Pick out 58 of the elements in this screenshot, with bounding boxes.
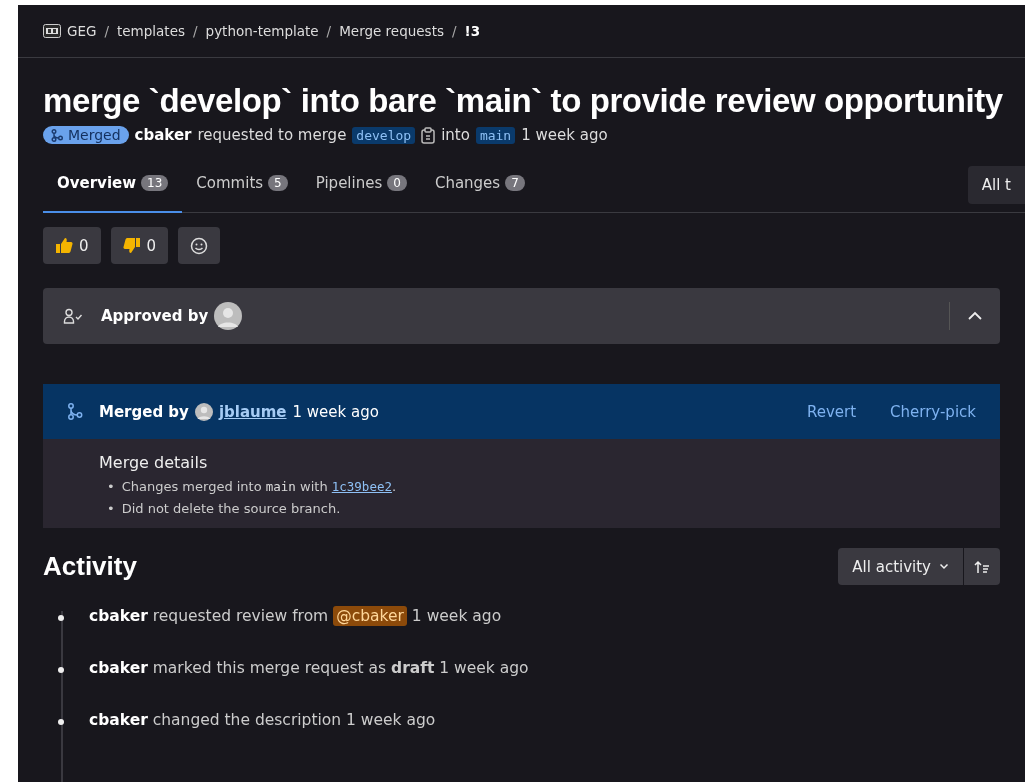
breadcrumb-link[interactable]: GEG: [67, 23, 97, 39]
thumbs-up-icon: [55, 237, 73, 254]
add-reaction-button[interactable]: [178, 227, 221, 264]
activity-heading: Activity: [43, 551, 137, 582]
merge-detail-item: Changes merged into main with 1c39bee2.: [121, 478, 397, 496]
breadcrumb-separator: /: [104, 23, 109, 39]
bullet: •: [107, 500, 115, 518]
bullet: •: [107, 478, 115, 496]
branch-name[interactable]: main: [475, 126, 516, 144]
user-avatar-icon[interactable]: [194, 402, 213, 421]
merged-by-label: Merged by: [99, 402, 189, 421]
user-avatar-icon[interactable]: [214, 302, 243, 330]
tab[interactable]: Commits 5: [182, 166, 302, 213]
chevron-icon: [967, 311, 983, 321]
reaction-button[interactable]: 0: [110, 227, 169, 264]
activity-entry: cbaker changed the description 1 week ago: [89, 711, 436, 729]
reaction-button[interactable]: 0: [43, 227, 101, 264]
group-avatar-icon: [43, 24, 61, 38]
author-link[interactable]: cbaker: [134, 126, 192, 144]
breadcrumb-link[interactable]: !3: [464, 23, 481, 39]
copy-icon[interactable]: [421, 126, 436, 144]
activity-entry: cbaker marked this merge request as draft 1 week ago: [89, 659, 529, 677]
timeline-dot: [58, 667, 64, 673]
tab[interactable]: Changes 7: [420, 166, 539, 213]
merge-detail-item: Did not delete the source branch.: [121, 500, 341, 518]
meta-time: 1 week ago: [521, 126, 608, 144]
user-mention[interactable]: @cbaker: [333, 606, 407, 626]
breadcrumb-separator: /: [193, 23, 198, 39]
commit-link[interactable]: 1c39bee2: [331, 479, 392, 494]
thumbs-down-icon: [122, 237, 141, 254]
merge-action-button[interactable]: Cherry-pick: [878, 394, 988, 429]
user-link[interactable]: jblaume: [218, 402, 287, 421]
sort-icon: [974, 559, 990, 574]
timeline-dot: [58, 719, 64, 725]
merged-time: 1 week ago: [292, 402, 379, 421]
toggle-button[interactable]: All t: [967, 166, 1025, 204]
breadcrumb-link[interactable]: Merge requests: [339, 23, 444, 39]
tab[interactable]: Pipelines 0: [301, 166, 421, 213]
user-check-icon: [63, 308, 85, 324]
sort-button[interactable]: [964, 548, 1000, 585]
breadcrumb-link[interactable]: python-template: [205, 23, 319, 39]
chevron-down-icon: [939, 563, 949, 570]
timeline-dot: [58, 615, 64, 621]
merge-details-heading: Merge details: [99, 453, 209, 472]
activity-filter-dropdown[interactable]: All activity: [838, 548, 963, 585]
merged-status-badge: Merged: [43, 126, 129, 144]
branch-name[interactable]: develop: [352, 126, 416, 144]
breadcrumb-separator: /: [326, 23, 332, 39]
tab[interactable]: Overview 13: [43, 166, 183, 213]
activity-entry: cbaker requested review from @cbaker 1 week ago: [89, 607, 502, 625]
breadcrumb-link[interactable]: templates: [117, 23, 185, 39]
meta-text: into: [441, 126, 470, 144]
smiley-icon: [190, 236, 209, 255]
merge-action-button[interactable]: Revert: [794, 394, 869, 429]
merge-icon: [67, 403, 83, 420]
approved-by-label: Approved by: [101, 307, 209, 325]
breadcrumb-separator: /: [451, 23, 457, 39]
meta-text: requested to merge: [197, 126, 347, 144]
